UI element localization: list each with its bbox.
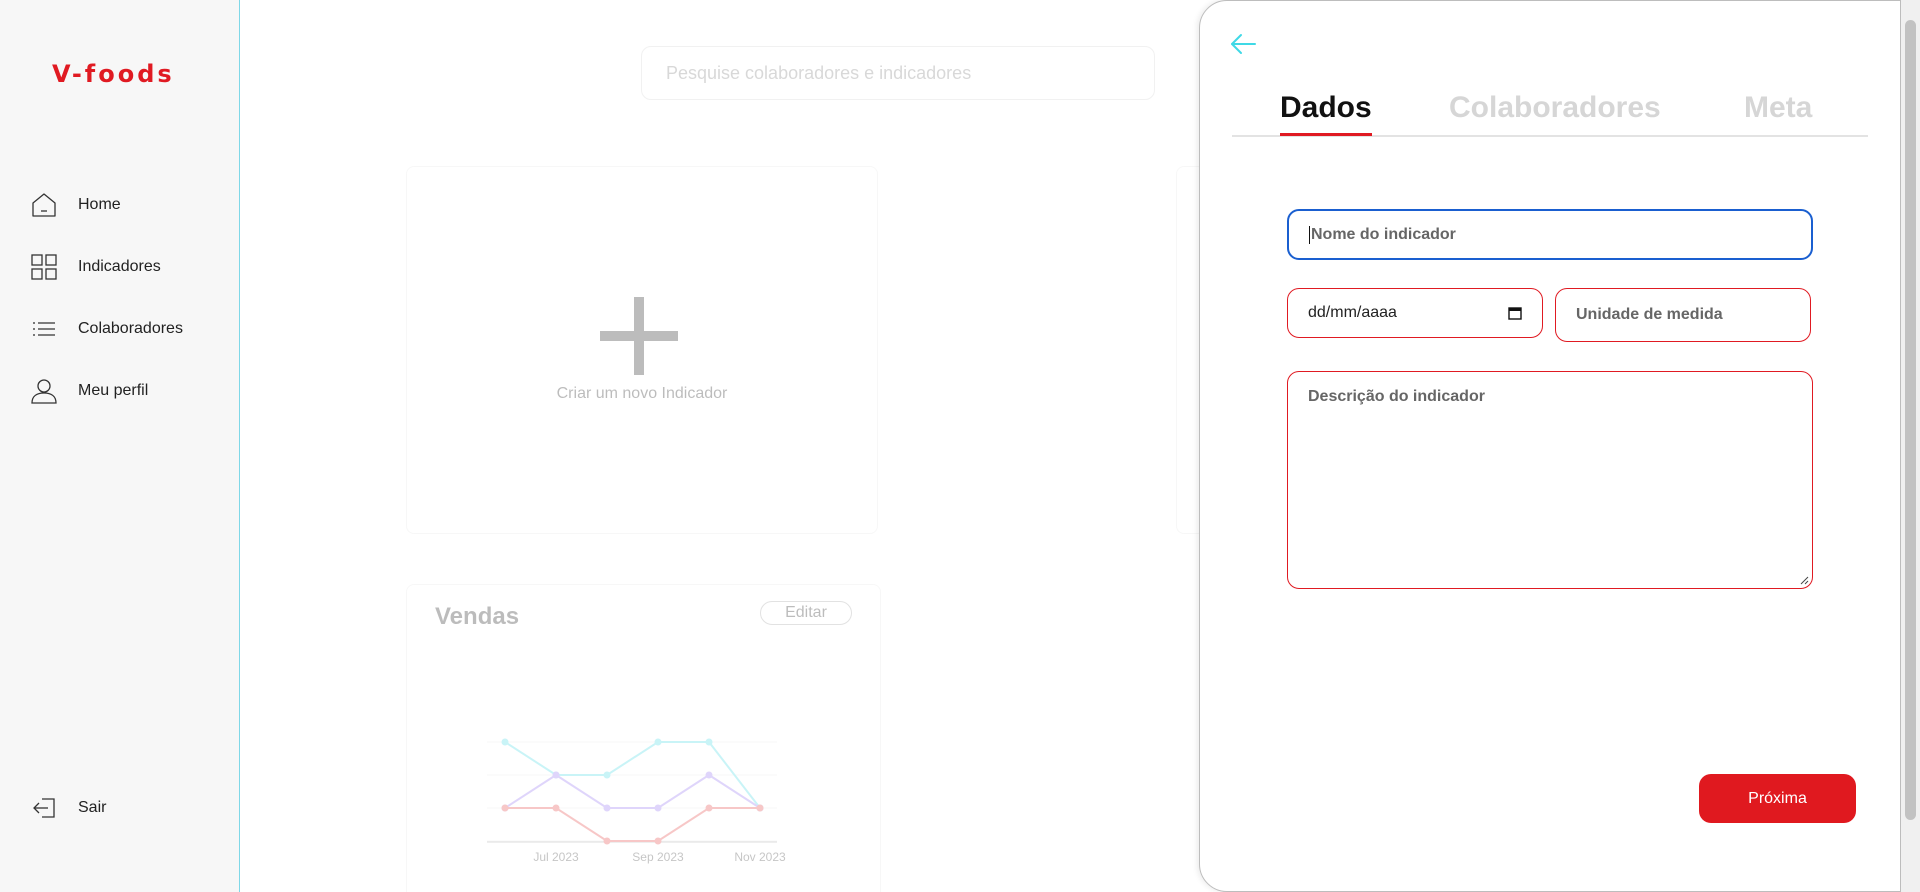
next-button[interactable]: Próxima [1699,774,1856,823]
search-input[interactable]: Pesquise colaboradores e indicadores [641,46,1155,100]
description-placeholder: Descrição do indicador [1308,388,1485,405]
page-scrollbar[interactable] [1901,0,1920,892]
main-content: Pesquise colaboradores e indicadores Cri… [241,0,1206,892]
chart-tick-label: Sep 2023 [632,850,684,864]
chart-point [603,771,611,779]
chart-point [705,804,713,812]
calendar-icon[interactable] [1508,306,1522,320]
chart-point [552,804,560,812]
sidebar-item-meu-perfil[interactable]: Meu perfil [30,371,148,411]
sidebar-item-label: Colaboradores [78,320,183,337]
chart-point [654,837,662,845]
arrow-left-icon[interactable] [1228,29,1258,59]
unit-input[interactable]: Unidade de medida [1555,288,1811,342]
chart-point [756,804,764,812]
chart-point [501,738,509,746]
sidebar-item-label: Meu perfil [78,382,149,399]
tab-colaboradores[interactable]: Colaboradores [1449,91,1661,125]
sidebar-item-colaboradores[interactable]: Colaboradores [30,309,183,349]
date-placeholder: dd/mm/aaaa [1308,304,1397,321]
chart-tick-label: Jul 2023 [533,850,579,864]
user-icon [31,379,57,404]
new-indicator-card[interactable]: Criar um novo Indicador [406,166,878,534]
chart-series-line [504,773,761,809]
grid-icon [31,254,57,280]
chart-point [603,837,611,845]
chart-point [654,738,662,746]
indicator-name-placeholder: Nome do indicador [1311,225,1456,243]
panel-tabs: Dados Colaboradores Meta [1232,87,1868,137]
app-logo[interactable]: V-foods [52,60,175,88]
chart-point [552,771,560,779]
sidebar-item-home[interactable]: Home [30,185,121,225]
home-icon [32,193,56,217]
scrollbar-thumb[interactable] [1905,20,1916,820]
plus-icon [600,297,678,375]
logout-button[interactable]: Sair [30,788,106,828]
text-caret [1309,225,1310,244]
logout-icon [33,798,55,818]
sidebar: V-foods Home Indicadores Colaboradores M… [0,0,240,892]
unit-placeholder: Unidade de medida [1576,306,1723,323]
chart-card: Vendas Editar Jul 2023 Sep 2023 Nov 2023 [406,584,881,892]
chart-series-line [505,807,760,842]
chart-point [501,804,509,812]
chart-point [705,738,713,746]
tab-dados[interactable]: Dados [1280,91,1372,136]
resize-handle-icon[interactable] [1800,576,1809,585]
description-textarea[interactable]: Descrição do indicador [1287,371,1813,589]
sidebar-item-label: Indicadores [78,258,161,275]
tab-meta[interactable]: Meta [1744,91,1812,125]
chart-point [654,804,662,812]
line-chart: Jul 2023 Sep 2023 Nov 2023 [487,738,786,864]
new-indicator-label: Criar um novo Indicador [556,385,728,402]
list-icon [33,322,55,336]
date-input[interactable]: dd/mm/aaaa [1287,288,1543,338]
sidebar-item-indicadores[interactable]: Indicadores [30,247,161,287]
indicator-name-input[interactable]: Nome do indicador [1287,209,1813,260]
chart-point [603,804,611,812]
chart-point [705,771,713,779]
new-indicator-panel: Dados Colaboradores Meta Nome do indicad… [1199,0,1901,892]
logout-label: Sair [78,799,107,816]
chart-tick-label: Nov 2023 [734,850,786,864]
sidebar-item-label: Home [78,196,121,213]
